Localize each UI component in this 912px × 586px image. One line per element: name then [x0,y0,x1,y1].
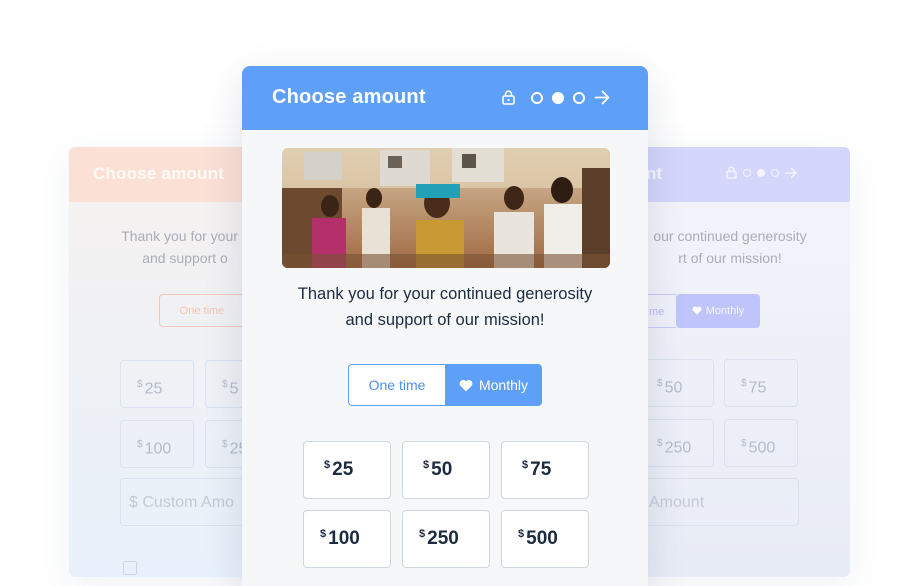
right-card-custom-amount-input[interactable]: Amount [636,478,799,526]
step-dot-icon-active [552,91,564,104]
right-card-step-nav [726,166,798,179]
amount-option-25[interactable]: $25 [303,441,391,499]
right-card-amount-tile[interactable]: $250 [640,419,714,467]
lock-icon [502,90,515,105]
right-card-title: nt [646,164,663,183]
thank-you-message: Thank you for your continued generosity … [242,281,648,333]
arrow-right-icon[interactable] [594,90,611,105]
right-card-monthly-toggle[interactable]: Monthly [676,294,760,328]
thank-you-line1: Thank you for your continued generosity [297,285,593,303]
donation-card: Choose amount Thank you for your continu… [242,66,648,586]
step-navigation [502,90,620,105]
right-card-amount-tile[interactable]: $75 [724,359,798,407]
amount-option-50[interactable]: $50 [402,441,490,499]
heart-icon [692,306,702,315]
lock-icon [726,166,737,179]
heart-icon [459,379,473,391]
thank-you-line2: and support of our mission! [345,311,545,329]
monthly-toggle-button[interactable]: Monthly [445,364,542,406]
amount-option-500[interactable]: $500 [501,510,589,568]
amount-option-75[interactable]: $75 [501,441,589,499]
arrow-right-icon[interactable] [785,167,798,179]
left-card-checkbox[interactable] [123,561,137,575]
left-card-amount-tile[interactable]: $25 [120,360,194,408]
right-card-amount-tile[interactable]: $50 [640,359,714,407]
left-card-amount-tile[interactable]: $100 [120,420,194,468]
step-dot-icon [757,168,765,177]
card-header: Choose amount [242,66,648,130]
step-dot-icon [531,91,543,104]
monthly-label: Monthly [478,377,529,393]
left-card-title: Choose amount [93,164,225,183]
left-card-one-time-toggle[interactable]: One time [159,294,245,327]
right-card-amount-tile[interactable]: $500 [724,419,798,467]
page-title: Choose amount [272,86,426,108]
frequency-toggle: One time Monthly [348,364,542,406]
step-dot-icon [743,168,751,177]
amount-option-250[interactable]: $250 [402,510,490,568]
step-dot-icon [771,168,779,177]
step-dot-icon [573,91,585,104]
one-time-toggle-button[interactable]: One time [348,364,445,406]
hero-photo [282,148,610,268]
amount-option-100[interactable]: $100 [303,510,391,568]
